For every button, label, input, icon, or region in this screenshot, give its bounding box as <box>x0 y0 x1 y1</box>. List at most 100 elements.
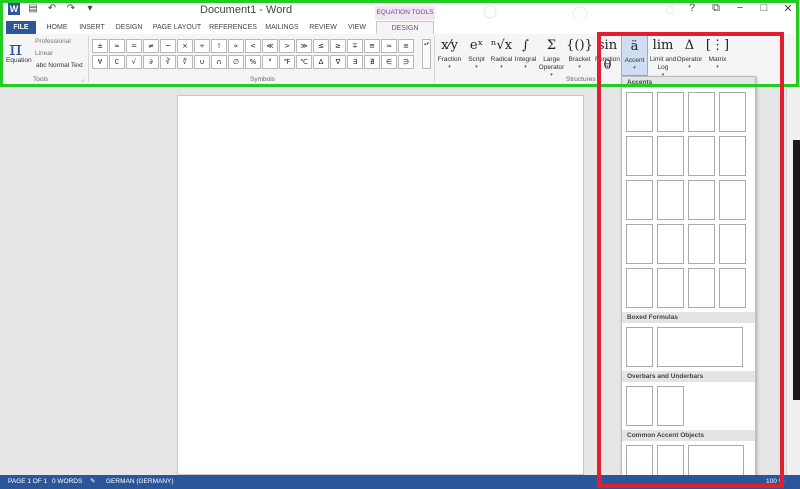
symbol-button[interactable]: ≥ <box>330 39 346 53</box>
word-count[interactable]: 0 WORDS <box>52 475 82 489</box>
symbol-button[interactable]: = <box>126 39 142 53</box>
tab-insert[interactable]: INSERT <box>76 21 108 34</box>
symbol-button[interactable]: ± <box>92 39 108 53</box>
accent-option[interactable] <box>657 92 684 132</box>
customize-qat-icon[interactable]: ▾ <box>84 3 96 15</box>
accent-option[interactable] <box>688 268 715 308</box>
symbol-button[interactable]: ∆ <box>313 55 329 69</box>
integral-button[interactable]: ∫ Integral ▾ <box>512 34 539 76</box>
symbols-more-button[interactable]: ▴▾ <box>422 39 431 69</box>
page-count[interactable]: PAGE 1 OF 1 <box>8 475 47 489</box>
symbol-button[interactable]: ≡ <box>398 39 414 53</box>
maximize-button[interactable]: □ <box>758 2 770 15</box>
linear-button[interactable]: Linear <box>35 50 53 57</box>
accent-button[interactable]: ä Accent ▾ <box>621 34 648 76</box>
accent-option[interactable] <box>688 136 715 176</box>
symbol-button[interactable]: ° <box>262 55 278 69</box>
symbol-button[interactable]: ∇ <box>330 55 346 69</box>
symbol-button[interactable]: ~ <box>160 39 176 53</box>
symbol-button[interactable]: > <box>279 39 295 53</box>
boxed-formula-option[interactable] <box>657 327 743 367</box>
accent-option[interactable] <box>657 136 684 176</box>
symbol-button[interactable]: < <box>245 39 261 53</box>
professional-button[interactable]: Professional <box>35 38 71 45</box>
ribbon-display-options-icon[interactable]: ⧉ <box>710 2 722 15</box>
help-icon[interactable]: ? <box>686 2 698 15</box>
overbar-option[interactable] <box>626 386 653 426</box>
save-icon[interactable]: ▤ <box>27 3 39 15</box>
redo-icon[interactable]: ↷ <box>65 3 77 15</box>
zoom-level[interactable]: 100 % <box>766 475 784 489</box>
accent-option[interactable] <box>688 92 715 132</box>
accent-option[interactable] <box>719 268 746 308</box>
equation-button-label[interactable]: Equation <box>6 57 32 64</box>
document-page[interactable] <box>177 95 584 475</box>
symbol-button[interactable]: ∅ <box>228 55 244 69</box>
symbol-button[interactable]: ∂ <box>143 55 159 69</box>
matrix-button[interactable]: [⋮] Matrix ▾ <box>704 34 731 76</box>
proofing-icon[interactable]: ✎ <box>90 475 95 489</box>
bracket-button[interactable]: {()} Bracket ▾ <box>566 34 593 76</box>
accent-option[interactable] <box>719 136 746 176</box>
symbol-button[interactable]: ∀ <box>92 55 108 69</box>
symbol-button[interactable]: ∪ <box>194 55 210 69</box>
tab-file[interactable]: FILE <box>6 21 36 34</box>
symbol-button[interactable]: ℃ <box>296 55 312 69</box>
tab-design[interactable]: DESIGN <box>112 21 146 34</box>
symbol-button[interactable]: √ <box>126 55 142 69</box>
accent-option[interactable] <box>626 268 653 308</box>
symbol-button[interactable]: ∈ <box>381 55 397 69</box>
underbar-option[interactable] <box>657 386 684 426</box>
symbol-button[interactable]: ∃ <box>347 55 363 69</box>
symbol-button[interactable]: ≪ <box>262 39 278 53</box>
accent-option[interactable] <box>719 92 746 132</box>
symbol-button[interactable]: ∜ <box>177 55 193 69</box>
symbol-button[interactable]: ℉ <box>279 55 295 69</box>
accent-option[interactable] <box>626 92 653 132</box>
symbol-button[interactable]: ∛ <box>160 55 176 69</box>
limit-and-log-button[interactable]: lim Limit and Log ▾ <box>648 34 678 78</box>
tab-mailings[interactable]: MAILINGS <box>262 21 302 34</box>
symbol-button[interactable]: ∞ <box>109 39 125 53</box>
undo-icon[interactable]: ↶ <box>46 3 58 15</box>
symbol-button[interactable]: ≤ <box>313 39 329 53</box>
accent-option[interactable] <box>626 224 653 264</box>
accent-option[interactable] <box>719 224 746 264</box>
symbol-button[interactable]: ! <box>211 39 227 53</box>
symbol-button[interactable]: ≅ <box>364 39 380 53</box>
tab-references[interactable]: REFERENCES <box>208 21 258 34</box>
symbol-button[interactable]: ∝ <box>228 39 244 53</box>
close-button[interactable]: ✕ <box>782 2 794 15</box>
symbol-button[interactable]: ≠ <box>143 39 159 53</box>
boxed-formula-option[interactable] <box>626 327 653 367</box>
operator-button[interactable]: Δ Operator ▾ <box>676 34 703 76</box>
tab-review[interactable]: REVIEW <box>306 21 340 34</box>
accent-option[interactable] <box>626 136 653 176</box>
tab-view[interactable]: VIEW <box>344 21 370 34</box>
minimize-button[interactable]: − <box>734 2 746 15</box>
symbol-button[interactable]: × <box>177 39 193 53</box>
accent-option[interactable] <box>719 180 746 220</box>
accent-option[interactable] <box>657 268 684 308</box>
accent-option[interactable] <box>688 180 715 220</box>
symbol-button[interactable]: ∄ <box>364 55 380 69</box>
symbol-button[interactable]: % <box>245 55 261 69</box>
script-button[interactable]: eˣ Script ▾ <box>463 34 490 76</box>
symbol-button[interactable]: ∓ <box>347 39 363 53</box>
radical-button[interactable]: ⁿ√x Radical ▾ <box>488 34 515 76</box>
tools-dialog-launcher-icon[interactable]: ⌟ <box>81 76 84 83</box>
tab-home[interactable]: HOME <box>42 21 72 34</box>
normal-text-button[interactable]: abc Normal Text <box>36 62 83 69</box>
tab-page-layout[interactable]: PAGE LAYOUT <box>150 21 204 34</box>
fraction-button[interactable]: x⁄y Fraction ▾ <box>436 34 463 76</box>
accent-option[interactable] <box>657 224 684 264</box>
symbol-button[interactable]: ∩ <box>211 55 227 69</box>
accent-option[interactable] <box>688 224 715 264</box>
accent-option[interactable] <box>657 180 684 220</box>
function-button[interactable]: sin θ Function ▾ <box>594 34 621 76</box>
symbol-button[interactable]: ≫ <box>296 39 312 53</box>
symbol-button[interactable]: ÷ <box>194 39 210 53</box>
language-indicator[interactable]: GERMAN (GERMANY) <box>106 475 174 489</box>
large-operator-button[interactable]: Σ Large Operator ▾ <box>538 34 565 78</box>
symbol-button[interactable]: ∋ <box>398 55 414 69</box>
